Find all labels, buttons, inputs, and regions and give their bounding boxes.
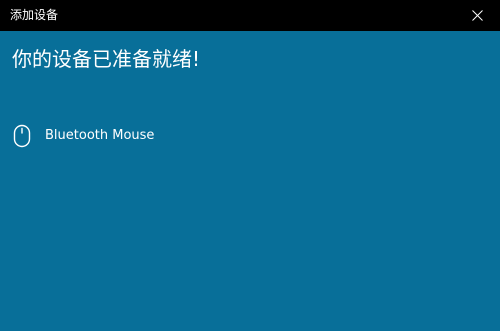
device-name: Bluetooth Mouse bbox=[45, 128, 155, 143]
add-device-window: 添加设备 你的设备已准备就绪! Bluetooth Mouse bbox=[0, 0, 500, 331]
page-heading: 你的设备已准备就绪! bbox=[12, 47, 201, 71]
close-button[interactable] bbox=[454, 0, 500, 31]
window-title: 添加设备 bbox=[10, 8, 59, 22]
title-bar: 添加设备 bbox=[0, 0, 500, 31]
mouse-icon bbox=[12, 121, 32, 151]
close-icon bbox=[471, 10, 483, 21]
device-item-bluetooth-mouse[interactable]: Bluetooth Mouse bbox=[12, 120, 312, 152]
